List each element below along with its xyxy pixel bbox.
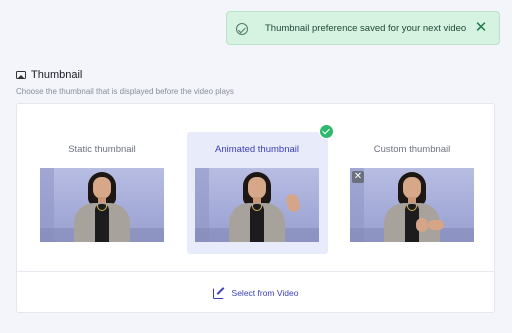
check-circle-icon (236, 23, 248, 35)
select-from-video-button[interactable]: Select from Video (17, 272, 494, 313)
option-custom-label: Custom thumbnail (373, 144, 451, 155)
option-static-label: Static thumbnail (68, 144, 136, 155)
section-title: Thumbnail (31, 69, 83, 81)
remove-custom-thumbnail-icon[interactable]: ✕ (352, 171, 364, 183)
custom-thumbnail-image[interactable]: ✕ (350, 168, 474, 242)
selected-check-icon (319, 124, 334, 139)
close-icon[interactable]: ✕ (474, 20, 488, 36)
select-from-video-label: Select from Video (231, 287, 299, 298)
toast-message: Thumbnail preference saved for your next… (265, 23, 467, 34)
image-icon (16, 71, 26, 79)
section-header: Thumbnail Choose the thumbnail that is d… (16, 69, 234, 96)
edit-icon (212, 287, 224, 299)
animated-thumbnail-image[interactable] (195, 168, 319, 242)
section-subtitle: Choose the thumbnail that is displayed b… (16, 87, 234, 96)
static-thumbnail-image[interactable] (40, 168, 164, 242)
thumbnail-options-card: Static thumbnail Animated thumbnail Cust… (16, 103, 495, 313)
option-animated-label: Animated thumbnail (215, 144, 299, 155)
toast-notification: Thumbnail preference saved for your next… (226, 11, 500, 45)
